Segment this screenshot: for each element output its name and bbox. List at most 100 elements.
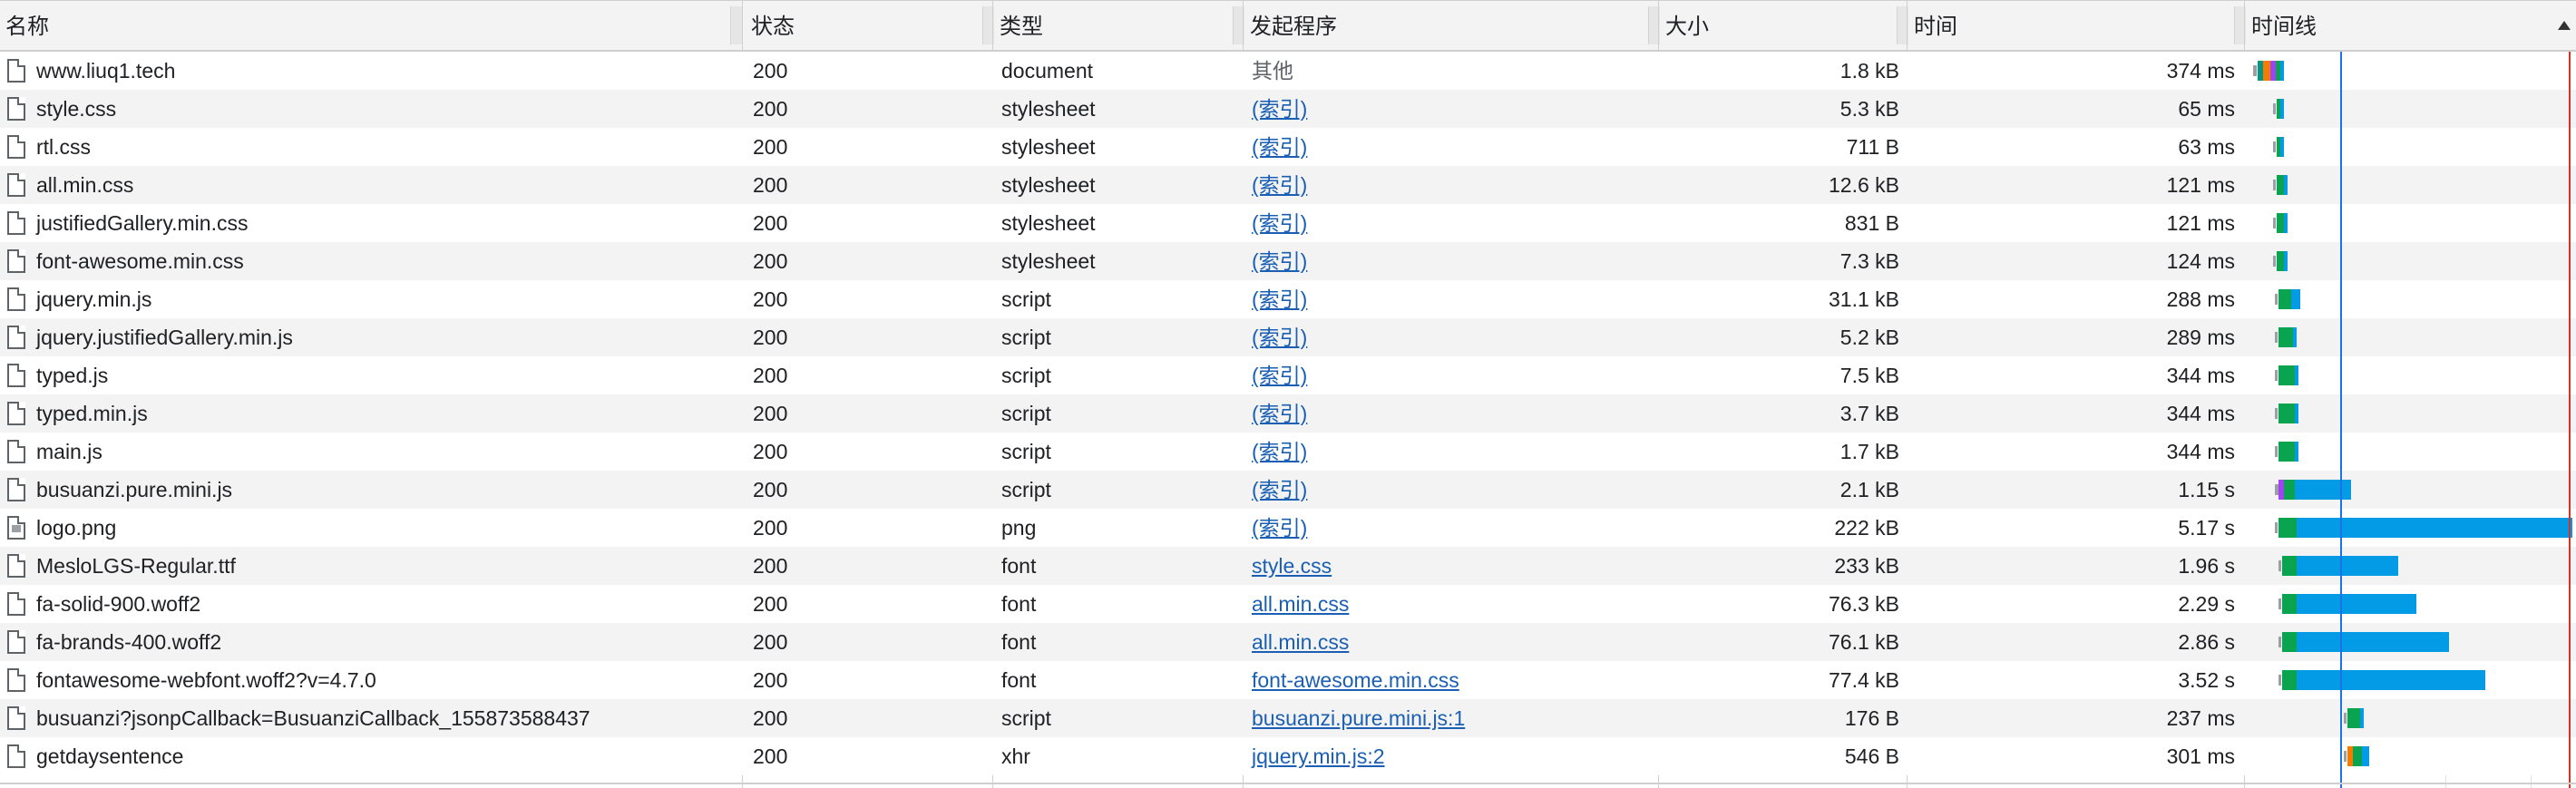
column-header-time-label: 时间 bbox=[1914, 15, 1957, 39]
cell-time: 121 ms bbox=[2166, 173, 2235, 197]
table-row[interactable]: fontawesome-webfont.woff2?v=4.7.0 200 font… bbox=[0, 661, 2576, 699]
cell-name[interactable]: fa-brands-400.woff2 bbox=[0, 623, 742, 661]
cell-waterfall[interactable] bbox=[2246, 242, 2576, 280]
cell-name[interactable]: getdaysentence bbox=[0, 737, 742, 775]
waterfall-bar-segment bbox=[2275, 446, 2278, 457]
initiator-link[interactable]: (索引) bbox=[1252, 516, 1307, 540]
initiator-link[interactable]: style.css bbox=[1252, 554, 1332, 578]
cell-waterfall[interactable] bbox=[2246, 166, 2576, 204]
initiator-link[interactable]: (索引) bbox=[1252, 287, 1307, 311]
table-row[interactable]: busuanzi?jsonpCallback=BusuanziCallback_… bbox=[0, 699, 2576, 737]
cell-name[interactable]: busuanzi.pure.mini.js bbox=[0, 471, 742, 509]
waterfall-bar-segment bbox=[2295, 404, 2298, 423]
cell-name[interactable]: www.liuq1.tech bbox=[0, 52, 742, 90]
initiator-link[interactable]: jquery.min.js:2 bbox=[1252, 744, 1385, 768]
cell-size: 7.5 kB bbox=[1839, 364, 1899, 387]
initiator-link[interactable]: (索引) bbox=[1252, 97, 1307, 121]
cell-waterfall[interactable] bbox=[2246, 471, 2576, 509]
table-row[interactable]: jquery.justifiedGallery.min.js 200 script (… bbox=[0, 318, 2576, 356]
column-header-size[interactable]: 大小 bbox=[1660, 1, 1908, 50]
column-header-name[interactable]: 名称 bbox=[0, 1, 742, 50]
table-row[interactable]: typed.min.js 200 script (索引) 3.7 kB 344 ms bbox=[0, 394, 2576, 433]
table-row[interactable]: fa-brands-400.woff2 200 font all.min.css 76.… bbox=[0, 623, 2576, 661]
table-row[interactable]: busuanzi.pure.mini.js 200 script (索引) 2.1 kB… bbox=[0, 471, 2576, 509]
column-header-status[interactable]: 状态 bbox=[746, 1, 994, 50]
initiator-link[interactable]: (索引) bbox=[1252, 249, 1307, 273]
cell-name[interactable]: style.css bbox=[0, 90, 742, 128]
table-row[interactable]: typed.js 200 script (索引) 7.5 kB 344 ms bbox=[0, 356, 2576, 394]
column-header-type[interactable]: 类型 bbox=[994, 1, 1244, 50]
column-header-name-label: 名称 bbox=[5, 15, 49, 39]
cell-name[interactable]: all.min.css bbox=[0, 166, 742, 204]
initiator-link[interactable]: (索引) bbox=[1252, 211, 1307, 235]
table-row[interactable]: MesloLGS-Regular.ttf 200 font style.css 233 … bbox=[0, 547, 2576, 585]
cell-waterfall[interactable] bbox=[2246, 433, 2576, 471]
cell-waterfall[interactable] bbox=[2246, 280, 2576, 318]
cell-name[interactable]: fontawesome-webfont.woff2?v=4.7.0 bbox=[0, 661, 742, 699]
cell-waterfall[interactable] bbox=[2246, 661, 2576, 699]
column-header-time[interactable]: 时间 bbox=[1908, 1, 2246, 50]
cell-name[interactable]: MesloLGS-Regular.ttf bbox=[0, 547, 742, 585]
initiator-link[interactable]: busuanzi.pure.mini.js:1 bbox=[1252, 706, 1465, 730]
table-row[interactable]: main.js 200 script (索引) 1.7 kB 344 ms bbox=[0, 433, 2576, 471]
initiator-link[interactable]: font-awesome.min.css bbox=[1252, 668, 1459, 692]
cell-waterfall[interactable] bbox=[2246, 204, 2576, 242]
cell-waterfall[interactable] bbox=[2246, 585, 2576, 623]
table-row[interactable]: rtl.css 200 stylesheet (索引) 711 B 63 ms bbox=[0, 128, 2576, 166]
cell-waterfall[interactable] bbox=[2246, 318, 2576, 356]
cell-waterfall[interactable] bbox=[2246, 509, 2576, 547]
table-body: www.liuq1.tech 200 document 其他 1.8 kB 374 ms s… bbox=[0, 52, 2576, 775]
initiator-link[interactable]: (索引) bbox=[1252, 402, 1307, 425]
initiator-link[interactable]: (索引) bbox=[1252, 326, 1307, 349]
cell-waterfall[interactable] bbox=[2246, 356, 2576, 394]
cell-waterfall[interactable] bbox=[2246, 623, 2576, 661]
cell-waterfall[interactable] bbox=[2246, 128, 2576, 166]
cell-status: 200 bbox=[753, 135, 788, 159]
cell-waterfall[interactable] bbox=[2246, 699, 2576, 737]
cell-name[interactable]: justifiedGallery.min.css bbox=[0, 204, 742, 242]
initiator-link[interactable]: (索引) bbox=[1252, 173, 1307, 197]
cell-name[interactable]: jquery.min.js bbox=[0, 280, 742, 318]
initiator-link[interactable]: (索引) bbox=[1252, 364, 1307, 387]
column-resize-handle[interactable] bbox=[730, 6, 742, 44]
waterfall-bar-segment bbox=[2275, 294, 2278, 305]
table-row[interactable]: www.liuq1.tech 200 document 其他 1.8 kB 374 ms bbox=[0, 52, 2576, 90]
sort-ascending-icon[interactable] bbox=[2558, 21, 2571, 30]
cell-waterfall[interactable] bbox=[2246, 394, 2576, 433]
initiator-link[interactable]: all.min.css bbox=[1252, 592, 1349, 616]
waterfall-bar-segment bbox=[2277, 213, 2284, 233]
cell-status: 200 bbox=[753, 287, 788, 311]
cell-name[interactable]: rtl.css bbox=[0, 128, 742, 166]
table-row[interactable]: style.css 200 stylesheet (索引) 5.3 kB 65 ms bbox=[0, 90, 2576, 128]
cell-name[interactable]: font-awesome.min.css bbox=[0, 242, 742, 280]
table-row[interactable]: font-awesome.min.css 200 stylesheet (索引) 7.3… bbox=[0, 242, 2576, 280]
cell-waterfall[interactable] bbox=[2246, 737, 2576, 775]
cell-size: 233 kB bbox=[1834, 554, 1899, 578]
cell-name[interactable]: typed.min.js bbox=[0, 394, 742, 433]
initiator-link[interactable]: (索引) bbox=[1252, 135, 1307, 159]
table-row[interactable]: justifiedGallery.min.css 200 stylesheet (索引… bbox=[0, 204, 2576, 242]
cell-name[interactable]: jquery.justifiedGallery.min.js bbox=[0, 318, 742, 356]
initiator-link[interactable]: (索引) bbox=[1252, 478, 1307, 501]
cell-waterfall[interactable] bbox=[2246, 547, 2576, 585]
column-header-initiator[interactable]: 发起程序 bbox=[1244, 1, 1660, 50]
cell-name[interactable]: main.js bbox=[0, 433, 742, 471]
column-header-type-label: 类型 bbox=[1000, 15, 1043, 39]
table-row[interactable]: all.min.css 200 stylesheet (索引) 12.6 kB 121 m… bbox=[0, 166, 2576, 204]
table-row[interactable]: jquery.min.js 200 script (索引) 31.1 kB 288 ms bbox=[0, 280, 2576, 318]
initiator-link[interactable]: (索引) bbox=[1252, 440, 1307, 463]
cell-name[interactable]: busuanzi?jsonpCallback=BusuanziCallback_… bbox=[0, 699, 742, 737]
waterfall-bar-segment bbox=[2295, 365, 2298, 385]
table-row[interactable]: logo.png 200 png (索引) 222 kB 5.17 s bbox=[0, 509, 2576, 547]
cell-size: 76.3 kB bbox=[1829, 592, 1899, 616]
cell-waterfall[interactable] bbox=[2246, 90, 2576, 128]
waterfall-bar-segment bbox=[2284, 175, 2288, 195]
cell-name[interactable]: logo.png bbox=[0, 509, 742, 547]
cell-name[interactable]: fa-solid-900.woff2 bbox=[0, 585, 742, 623]
column-header-waterfall[interactable]: 时间线 bbox=[2246, 1, 2576, 50]
table-row[interactable]: getdaysentence 200 xhr jquery.min.js:2 546 B… bbox=[0, 737, 2576, 775]
initiator-link[interactable]: all.min.css bbox=[1252, 630, 1349, 654]
cell-waterfall[interactable] bbox=[2246, 52, 2576, 90]
cell-name[interactable]: typed.js bbox=[0, 356, 742, 394]
table-row[interactable]: fa-solid-900.woff2 200 font all.min.css 76.3… bbox=[0, 585, 2576, 623]
